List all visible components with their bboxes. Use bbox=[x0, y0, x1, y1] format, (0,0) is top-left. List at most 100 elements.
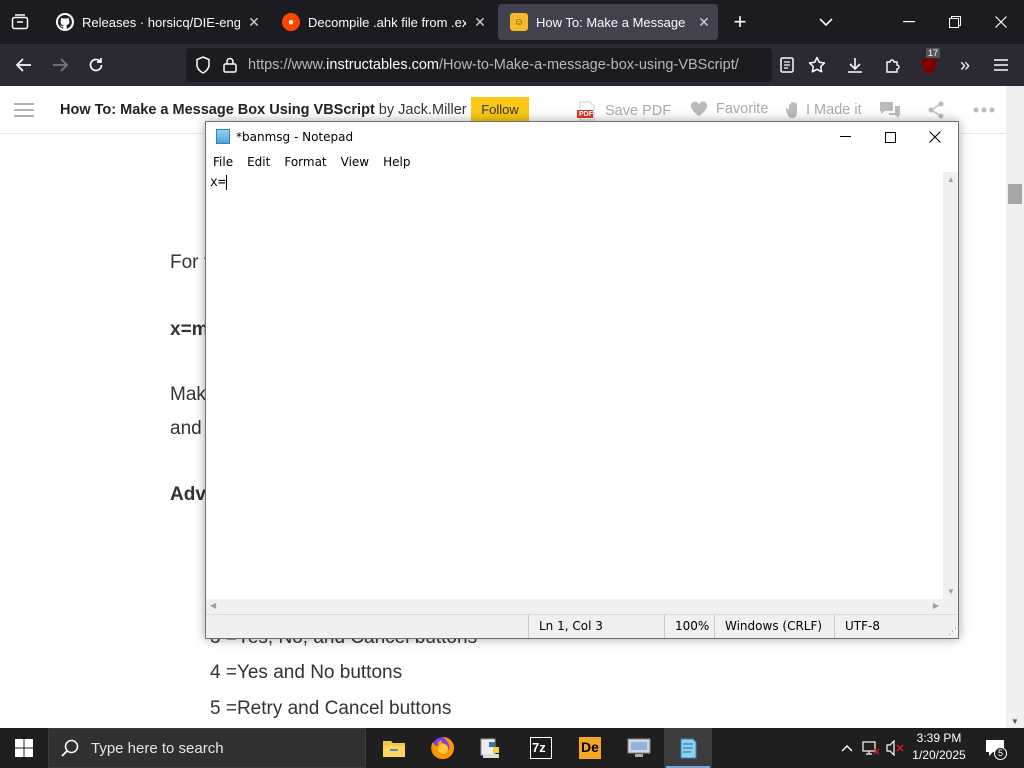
scroll-up-arrow-icon[interactable]: ▲ bbox=[947, 175, 955, 184]
notepad-content: x= bbox=[210, 175, 227, 190]
article-heading: Adv bbox=[170, 484, 206, 505]
display-icon[interactable] bbox=[615, 728, 663, 768]
pdf-badge: PDF bbox=[579, 111, 593, 118]
hand-icon bbox=[786, 101, 802, 119]
lock-icon[interactable] bbox=[221, 56, 239, 74]
notepad-title: *banmsg - Notepad bbox=[236, 130, 354, 144]
volume-muted-icon[interactable] bbox=[884, 728, 906, 768]
restore-icon[interactable] bbox=[932, 0, 978, 44]
download-icon[interactable] bbox=[842, 52, 868, 78]
close-tab-icon[interactable]: ✕ bbox=[240, 14, 268, 31]
save-pdf-label: Save PDF bbox=[605, 103, 672, 119]
made-it-label: I Made it bbox=[806, 102, 862, 118]
taskbar-search-box[interactable]: Type here to search bbox=[48, 728, 366, 768]
menu-icon[interactable] bbox=[12, 100, 36, 120]
close-window-icon[interactable] bbox=[978, 0, 1024, 44]
pdf-icon: PDF bbox=[577, 101, 597, 121]
chevron-down-icon[interactable] bbox=[812, 8, 840, 36]
die-icon[interactable]: De bbox=[566, 728, 614, 768]
favorite-button[interactable]: Favorite bbox=[690, 101, 768, 117]
reader-view-icon[interactable] bbox=[778, 56, 796, 74]
scroll-down-arrow-icon[interactable]: ▼ bbox=[1011, 717, 1019, 726]
github-icon bbox=[56, 13, 74, 31]
save-pdf-button[interactable]: PDF Save PDF bbox=[577, 101, 671, 121]
shield-icon[interactable] bbox=[194, 56, 212, 74]
share-icon[interactable] bbox=[924, 100, 948, 120]
tab-list-icon[interactable] bbox=[0, 0, 40, 44]
tab-label: Releases · horsicq/DIE-engine bbox=[82, 14, 240, 30]
scroll-right-arrow-icon[interactable]: ▶ bbox=[933, 601, 939, 610]
notepad-titlebar[interactable]: *banmsg - Notepad bbox=[206, 122, 958, 152]
clock-date: 1/20/2025 bbox=[912, 748, 966, 762]
favorite-label: Favorite bbox=[716, 101, 769, 117]
close-tab-icon[interactable]: ✕ bbox=[466, 14, 494, 31]
url-prefix: https://www. bbox=[248, 57, 327, 73]
status-position: Ln 1, Col 3 bbox=[528, 615, 664, 638]
article-paragraph: For t bbox=[170, 252, 210, 273]
tab-label: How To: Make a Message Box U bbox=[536, 14, 690, 30]
ublock-icon[interactable]: 17 bbox=[916, 48, 942, 78]
new-tab-icon[interactable]: + bbox=[726, 8, 754, 36]
minimize-icon[interactable] bbox=[886, 0, 932, 44]
overflow-chevron-icon[interactable]: » bbox=[952, 52, 978, 78]
extensions-puzzle-icon[interactable] bbox=[880, 52, 906, 78]
tab-releases[interactable]: Releases · horsicq/DIE-engine ✕ bbox=[44, 4, 268, 40]
menu-file[interactable]: File bbox=[206, 152, 240, 172]
heart-icon bbox=[690, 101, 708, 117]
close-tab-icon[interactable]: ✕ bbox=[690, 14, 718, 31]
menu-view[interactable]: View bbox=[334, 152, 376, 172]
instructables-icon: ☺ bbox=[510, 13, 528, 31]
url-host: instructables.com bbox=[326, 57, 439, 73]
notepad-maximize-icon[interactable] bbox=[867, 122, 913, 152]
windows-taskbar: Type here to search 7z De 3:39 PM 1/20/2… bbox=[0, 728, 1024, 768]
back-arrow-icon[interactable] bbox=[10, 51, 38, 79]
hamburger-menu-icon[interactable] bbox=[988, 52, 1014, 78]
browser-tab-bar: Releases · horsicq/DIE-engine ✕ ● Decomp… bbox=[0, 0, 1024, 44]
tray-chevron-up-icon[interactable] bbox=[836, 728, 858, 768]
notepad-close-icon[interactable] bbox=[912, 122, 958, 152]
file-explorer-icon[interactable] bbox=[370, 728, 418, 768]
more-dots-icon[interactable] bbox=[970, 100, 998, 120]
network-icon[interactable] bbox=[860, 728, 882, 768]
resize-grip-icon[interactable]: ⋰ bbox=[948, 627, 957, 637]
notification-center-icon[interactable]: 5 bbox=[980, 728, 1010, 768]
menu-edit[interactable]: Edit bbox=[240, 152, 277, 172]
notepad-minimize-icon[interactable] bbox=[822, 122, 868, 152]
tab-label: Decompile .ahk file from .exe : : bbox=[308, 14, 466, 30]
by-text: by bbox=[374, 102, 399, 118]
notepad-app-icon bbox=[216, 129, 230, 144]
taskbar-clock[interactable]: 3:39 PM 1/20/2025 bbox=[906, 730, 972, 764]
notepad-taskbar-icon[interactable] bbox=[664, 728, 712, 768]
author-link[interactable]: Jack.Miller bbox=[398, 102, 466, 118]
7zip-icon[interactable]: 7z bbox=[517, 728, 565, 768]
follow-button[interactable]: Follow bbox=[471, 97, 529, 123]
menu-format[interactable]: Format bbox=[277, 152, 333, 172]
page-scrollbar[interactable]: ▼ bbox=[1006, 86, 1024, 728]
python-icon[interactable] bbox=[468, 728, 516, 768]
tab-instructables[interactable]: ☺ How To: Make a Message Box U ✕ bbox=[498, 4, 718, 40]
scrollbar-corner bbox=[943, 599, 958, 614]
status-zoom: 100% bbox=[664, 615, 714, 638]
browser-nav-bar: https://www.instructables.com/How-to-Mak… bbox=[0, 44, 1024, 86]
windows-start-icon[interactable] bbox=[0, 728, 48, 768]
url-bar[interactable]: https://www.instructables.com/How-to-Mak… bbox=[186, 48, 794, 82]
scroll-left-arrow-icon[interactable]: ◀ bbox=[210, 601, 216, 610]
notepad-horizontal-scrollbar[interactable]: ◀ ▶ bbox=[206, 599, 943, 614]
reload-icon[interactable] bbox=[82, 51, 110, 79]
notification-count-badge: 5 bbox=[994, 747, 1007, 760]
notepad-text-area[interactable]: x= bbox=[206, 172, 943, 599]
i-made-it-button[interactable]: I Made it bbox=[786, 101, 862, 119]
comments-icon[interactable] bbox=[878, 100, 902, 120]
firefox-icon[interactable] bbox=[419, 728, 467, 768]
search-icon bbox=[61, 739, 79, 757]
scroll-down-arrow-icon[interactable]: ▼ bbox=[947, 587, 955, 596]
url-text[interactable]: https://www.instructables.com/How-to-Mak… bbox=[248, 57, 739, 73]
tab-decompile[interactable]: ● Decompile .ahk file from .exe : : ✕ bbox=[270, 4, 494, 40]
article-list-item: 5 =Retry and Cancel buttons bbox=[210, 698, 452, 719]
article-code: x=m bbox=[170, 319, 209, 340]
notepad-vertical-scrollbar[interactable]: ▲ ▼ bbox=[943, 172, 958, 599]
bookmark-star-icon[interactable] bbox=[804, 52, 830, 78]
forward-arrow-icon[interactable] bbox=[46, 51, 74, 79]
page-scrollbar-thumb[interactable] bbox=[1008, 184, 1022, 204]
menu-help[interactable]: Help bbox=[376, 152, 417, 172]
